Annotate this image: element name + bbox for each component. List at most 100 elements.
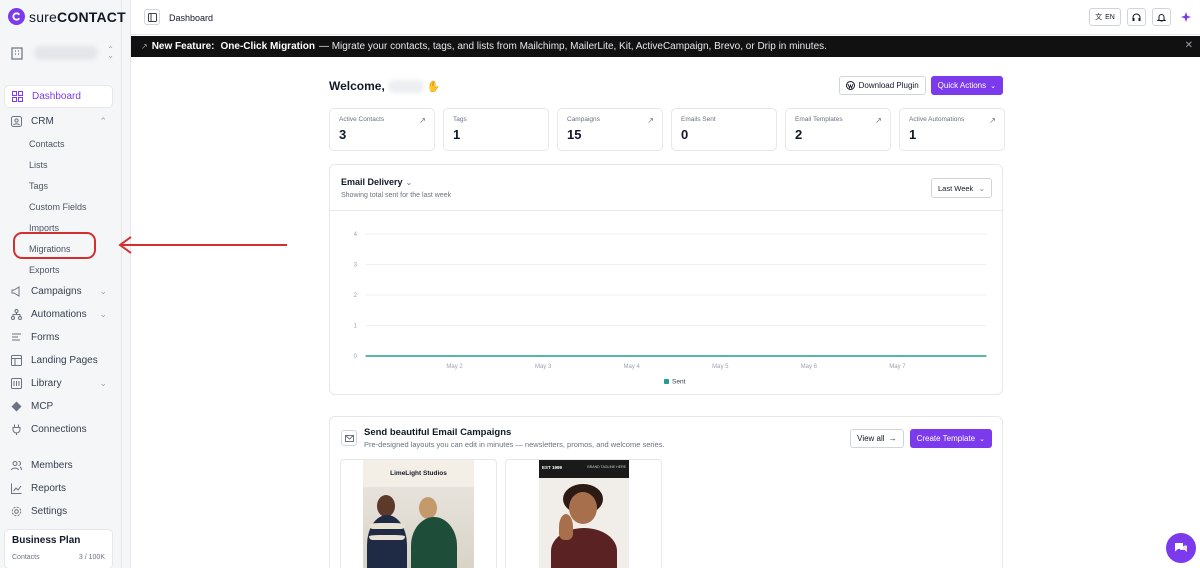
- main-area: Dashboard 文 EN ↗ New Feature: One-Click …: [130, 0, 1200, 568]
- arrow-up-right-icon: ↗: [875, 116, 882, 125]
- sidebar-item-label: MCP: [31, 401, 54, 412]
- view-all-label: View all: [857, 434, 885, 443]
- chat-launcher-button[interactable]: [1166, 533, 1196, 563]
- data-point: [542, 355, 544, 357]
- brand-logo[interactable]: sureCONTACT: [8, 8, 126, 25]
- topbar-actions: 文 EN: [1089, 8, 1195, 26]
- x-tick-label: May 2: [446, 364, 463, 370]
- x-tick-label: May 3: [535, 364, 552, 370]
- data-point: [365, 355, 367, 357]
- legend-label: Sent: [672, 379, 686, 386]
- data-point: [896, 355, 899, 357]
- sidebar-item-label: Members: [31, 460, 73, 471]
- template-tagline: BRAND TAGLINE HERE: [587, 465, 626, 469]
- y-tick-label: 0: [354, 354, 358, 360]
- template-photo: [363, 487, 474, 568]
- feature-banner: ↗ New Feature: One-Click Migration — Mig…: [131, 36, 1200, 57]
- campaigns-subtitle: Pre-designed layouts you can edit in min…: [364, 440, 665, 449]
- email-campaigns-card: Send beautiful Email Campaigns Pre-desig…: [329, 416, 1003, 568]
- template-preview: EST 1999 BRAND TAGLINE HERE: [539, 460, 629, 568]
- sidebar-item-label: Library: [31, 378, 62, 389]
- support-button[interactable]: [1127, 8, 1146, 26]
- stat-value: 1: [909, 127, 917, 142]
- y-tick-label: 2: [354, 293, 358, 299]
- sidebar-item-campaigns[interactable]: Campaigns ⌄: [4, 280, 113, 303]
- sidebar-item-label: Dashboard: [32, 91, 81, 102]
- stat-label: Emails Sent: [681, 116, 716, 123]
- sidebar-item-connections[interactable]: Connections: [4, 418, 113, 441]
- stat-card-tags[interactable]: Tags 1: [443, 108, 549, 151]
- header-actions: Download Plugin Quick Actions ⌄: [838, 76, 1003, 95]
- email-delivery-header: Email Delivery ⌄ Showing total sent for t…: [330, 165, 1002, 211]
- x-tick-label: May 6: [801, 364, 818, 370]
- notifications-button[interactable]: [1152, 8, 1171, 26]
- users-icon: [10, 460, 22, 472]
- chevron-down-icon: ⌄: [979, 435, 985, 443]
- sidebar-item-crm[interactable]: CRM ⌃: [4, 110, 113, 133]
- chevron-down-icon: ⌄: [99, 378, 107, 388]
- period-select[interactable]: Last Week ⌄: [931, 178, 992, 198]
- legend-swatch: [664, 379, 669, 384]
- email-delivery-title[interactable]: Email Delivery ⌄: [341, 177, 991, 187]
- sidebar-item-reports[interactable]: Reports: [4, 477, 113, 500]
- view-all-button[interactable]: View all →: [850, 429, 904, 448]
- stat-card-campaigns[interactable]: Campaigns 15 ↗: [557, 108, 663, 151]
- chart-icon: [10, 483, 22, 495]
- sidebar-item-forms[interactable]: Forms: [4, 326, 113, 349]
- sidebar-subitem-imports[interactable]: Imports: [4, 217, 113, 238]
- sidebar-subitem-tags[interactable]: Tags: [4, 175, 113, 196]
- stat-card-emails-sent[interactable]: Emails Sent 0: [671, 108, 777, 151]
- download-plugin-button[interactable]: Download Plugin: [838, 76, 926, 95]
- sidebar-subitem-migrations[interactable]: Migrations: [4, 238, 113, 259]
- sidebar-item-label: Forms: [31, 332, 60, 343]
- sidebar-subitem-exports[interactable]: Exports: [4, 259, 113, 280]
- sidebar-toggle-button[interactable]: [144, 9, 160, 25]
- sidebar-item-members[interactable]: Members: [4, 454, 113, 477]
- stat-value: 1: [453, 127, 461, 142]
- quick-actions-button[interactable]: Quick Actions ⌄: [930, 76, 1003, 95]
- template-card[interactable]: LimeLight Studios: [340, 459, 497, 568]
- building-icon: [11, 47, 23, 60]
- create-template-label: Create Template: [916, 434, 976, 443]
- stat-card-email-templates[interactable]: Email Templates 2 ↗: [785, 108, 891, 151]
- campaigns-actions: View all → Create Template ⌄: [850, 429, 992, 448]
- sidebar-subitem-custom-fields[interactable]: Custom Fields: [4, 196, 113, 217]
- sidebar-subitem-lists[interactable]: Lists: [4, 154, 113, 175]
- sidebar-item-landing-pages[interactable]: Landing Pages: [4, 349, 113, 372]
- workspace-name-redacted: [34, 46, 98, 60]
- stats-row: Active Contacts 3 ↗ Tags 1 Campaigns 15 …: [329, 108, 1005, 151]
- sidebar-subitem-contacts[interactable]: Contacts: [4, 133, 113, 154]
- chevron-down-icon: ⌄: [405, 178, 413, 187]
- sparkle-icon: [1181, 12, 1191, 22]
- chevron-down-icon: ⌄: [978, 183, 985, 193]
- page-title: Dashboard: [169, 13, 214, 23]
- banner-feature-link[interactable]: One-Click Migration: [221, 41, 315, 52]
- stat-label: Campaigns: [567, 116, 600, 123]
- sidebar-item-mcp[interactable]: MCP: [4, 395, 113, 418]
- workspace-switcher[interactable]: ⌃ ⌄: [6, 38, 118, 68]
- sidebar-nav: Dashboard CRM ⌃ Contacts Lists Tags Cust…: [4, 85, 113, 523]
- layout-icon: [10, 355, 22, 367]
- sidebar-item-settings[interactable]: Settings: [4, 500, 113, 523]
- plan-card[interactable]: Business Plan Contacts 3 / 100K: [4, 529, 113, 568]
- brand-menu-button[interactable]: [1177, 8, 1195, 26]
- close-icon[interactable]: ✕: [1185, 40, 1193, 51]
- email-delivery-card: Email Delivery ⌄ Showing total sent for t…: [329, 164, 1003, 395]
- plan-title: Business Plan: [12, 535, 81, 546]
- sidebar-item-automations[interactable]: Automations ⌄: [4, 303, 113, 326]
- stat-card-active-contacts[interactable]: Active Contacts 3 ↗: [329, 108, 435, 151]
- sidebar-item-library[interactable]: Library ⌄: [4, 372, 113, 395]
- chevron-updown-icon: ⌃ ⌄: [107, 45, 114, 60]
- language-button[interactable]: 文 EN: [1089, 8, 1121, 26]
- stat-card-active-automations[interactable]: Active Automations 1 ↗: [899, 108, 1005, 151]
- y-tick-label: 1: [354, 324, 358, 330]
- template-preview: LimeLight Studios: [363, 460, 474, 568]
- form-icon: [10, 332, 22, 344]
- chat-icon: [1175, 543, 1187, 552]
- plan-contacts-label: Contacts: [12, 554, 40, 561]
- sidebar-item-label: Settings: [31, 506, 68, 517]
- y-tick-label: 4: [354, 232, 358, 238]
- create-template-button[interactable]: Create Template ⌄: [909, 429, 992, 448]
- template-card[interactable]: EST 1999 BRAND TAGLINE HERE: [505, 459, 662, 568]
- sidebar-item-dashboard[interactable]: Dashboard: [4, 85, 113, 108]
